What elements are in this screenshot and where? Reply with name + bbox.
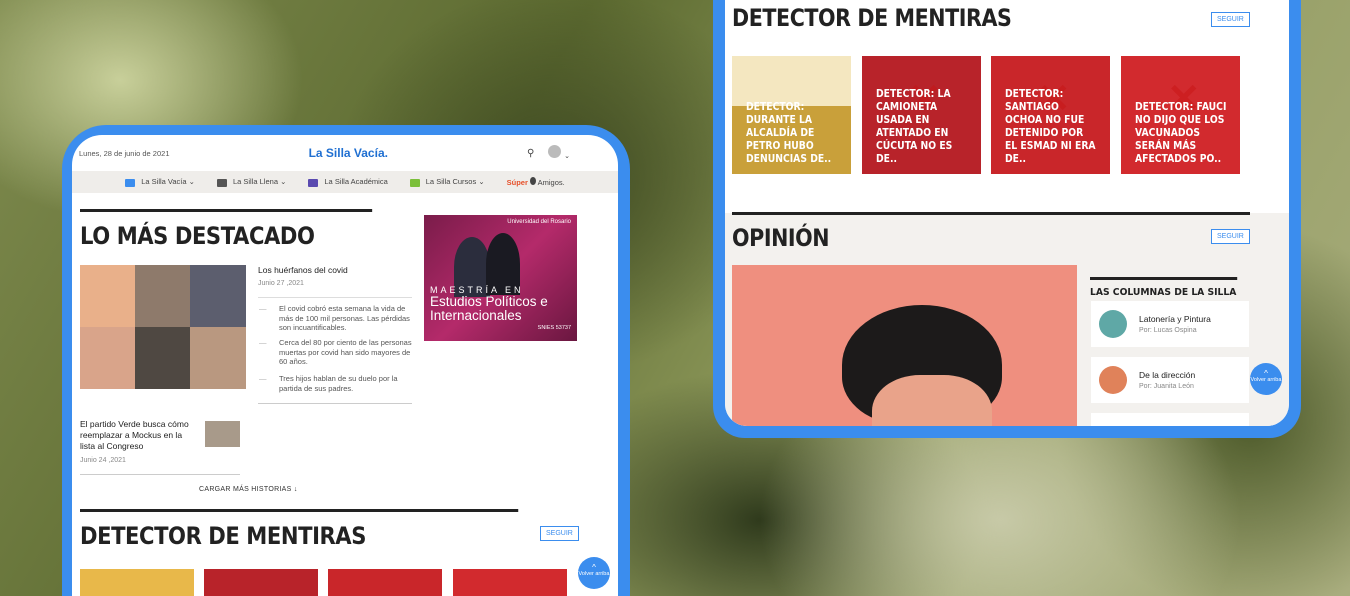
detector-card[interactable] xyxy=(328,569,442,596)
detector-card-title: DETECTOR: SANTIAGO OCHOA NO FUE DETENIDO… xyxy=(1005,88,1096,165)
column-author: Por: Juanita León xyxy=(1139,383,1194,390)
section-title-destacado: LO MÁS DESTACADO xyxy=(80,209,373,250)
chevron-down-icon: ⌄ xyxy=(188,177,195,187)
main-story-title[interactable]: Los huérfanos del covid xyxy=(258,265,408,276)
main-story-date: Junio 27 ,2021 xyxy=(258,280,304,287)
divider xyxy=(80,474,240,475)
second-story-title[interactable]: El partido Verde busca cómo reemplazar a… xyxy=(80,419,198,452)
back-to-top-button[interactable]: ^ Volver arriba xyxy=(578,557,610,589)
advertisement-banner[interactable]: Universidad del Rosario MAESTRÍA EN Estu… xyxy=(424,215,577,341)
chevron-down-icon: ⌄ xyxy=(478,177,485,187)
divider xyxy=(732,212,1250,215)
detector-card[interactable] xyxy=(204,569,318,596)
column-name: De la dirección xyxy=(1139,370,1196,380)
tablet-screen-right: DETECTOR DE MENTIRAS SEGUIR DETECTOR: DU… xyxy=(725,0,1289,426)
story-bullet[interactable]: El covid cobró esta semana la vida de má… xyxy=(259,304,419,333)
chair-icon xyxy=(216,178,227,187)
ad-university: Universidad del Rosario xyxy=(507,219,571,225)
follow-button[interactable]: SEGUIR xyxy=(1211,12,1250,27)
chair-icon xyxy=(409,178,420,187)
detector-card-title: DETECTOR: DURANTE LA ALCALDÍA DE PETRO H… xyxy=(746,101,832,165)
divider xyxy=(258,297,412,298)
logo-text: La Silla Vacía. xyxy=(308,146,388,160)
tablet-frame-left: Lunes, 28 de junio de 2021 La Silla Vací… xyxy=(62,125,630,596)
chair-icon xyxy=(125,178,136,187)
opinion-illustration[interactable] xyxy=(732,265,1077,426)
nav-item-silla-vacia[interactable]: La Silla Vacía ⌄ xyxy=(125,177,195,187)
story-bullet[interactable]: Cerca del 80 por ciento de las personas … xyxy=(259,338,419,367)
main-story-photo[interactable] xyxy=(80,265,246,389)
column-author: Por: Lucas Ospina xyxy=(1139,327,1197,334)
tablet-frame-right: DETECTOR DE MENTIRAS SEGUIR DETECTOR: DU… xyxy=(713,0,1301,438)
columns-section-title: LAS COLUMNAS DE LA SILLA xyxy=(1090,277,1238,298)
divider xyxy=(258,403,412,404)
current-date: Lunes, 28 de junio de 2021 xyxy=(79,148,170,158)
follow-button[interactable]: SEGUIR xyxy=(540,526,579,541)
nav-item-silla-academica[interactable]: La Silla Académica xyxy=(308,177,388,187)
follow-button[interactable]: SEGUIR xyxy=(1211,229,1250,244)
nav-item-super-amigos[interactable]: Súper Amigos. xyxy=(507,177,565,187)
detector-card[interactable]: ✕ DETECTOR: LA CAMIONETA USADA EN ATENTA… xyxy=(862,56,981,174)
section-title-opinion: OPINIÓN xyxy=(732,224,830,252)
section-title-detector: DETECTOR DE MENTIRAS xyxy=(732,4,1012,32)
detector-card-title: DETECTOR: LA CAMIONETA USADA EN ATENTADO… xyxy=(876,88,953,165)
detector-card-title: DETECTOR: FAUCI NO DIJO QUE LOS VACUNADO… xyxy=(1135,101,1227,165)
detector-card[interactable] xyxy=(453,569,567,596)
detector-card[interactable]: DETECTOR: DURANTE LA ALCALDÍA DE PETRO H… xyxy=(732,56,851,174)
section-title-detector: DETECTOR DE MENTIRAS xyxy=(80,509,519,550)
site-logo[interactable]: La Silla Vacía. xyxy=(309,146,388,160)
author-avatar xyxy=(1099,310,1127,338)
user-menu[interactable]: ⌄ xyxy=(548,145,570,161)
ad-line2: Estudios Políticos e Internacionales xyxy=(430,294,548,323)
top-bar: Lunes, 28 de junio de 2021 La Silla Vací… xyxy=(72,135,618,171)
column-name: Latonería y Pintura xyxy=(1139,314,1211,324)
second-story-photo[interactable] xyxy=(205,421,240,447)
chair-icon xyxy=(308,178,319,187)
bulb-icon xyxy=(529,177,536,185)
user-avatar-icon xyxy=(548,145,562,158)
column-item[interactable]: Latonería y Pintura Por: Lucas Ospina xyxy=(1091,301,1249,347)
column-item[interactable] xyxy=(1091,413,1249,426)
header-tools: ⚲ ⌄ xyxy=(527,145,570,161)
second-story-date: Junio 24 ,2021 xyxy=(80,457,126,464)
author-avatar xyxy=(1099,366,1127,394)
tablet-screen-left: Lunes, 28 de junio de 2021 La Silla Vací… xyxy=(72,135,618,596)
detector-card[interactable] xyxy=(80,569,194,596)
detector-card[interactable]: ✕ DETECTOR: FAUCI NO DIJO QUE LOS VACUNA… xyxy=(1121,56,1240,174)
column-item[interactable]: De la dirección Por: Juanita León xyxy=(1091,357,1249,403)
nav-item-silla-llena[interactable]: La Silla Llena ⌄ xyxy=(216,177,287,187)
back-to-top-button[interactable]: ^ Volver arriba xyxy=(1250,363,1282,395)
main-nav: La Silla Vacía ⌄ La Silla Llena ⌄ La Sil… xyxy=(72,171,618,193)
load-more-button[interactable]: CARGAR MÁS HISTORIAS ↓ xyxy=(199,486,298,493)
nav-item-silla-cursos[interactable]: La Silla Cursos ⌄ xyxy=(409,177,485,187)
ad-snies: SNIES 53737 xyxy=(537,325,571,331)
chevron-down-icon: ⌄ xyxy=(564,153,570,160)
story-bullet[interactable]: Tres hijos hablan de su duelo por la par… xyxy=(259,374,419,393)
detector-card[interactable]: ✕ DETECTOR: SANTIAGO OCHOA NO FUE DETENI… xyxy=(991,56,1110,174)
search-icon[interactable]: ⚲ xyxy=(527,148,534,159)
chevron-down-icon: ⌄ xyxy=(280,177,287,187)
